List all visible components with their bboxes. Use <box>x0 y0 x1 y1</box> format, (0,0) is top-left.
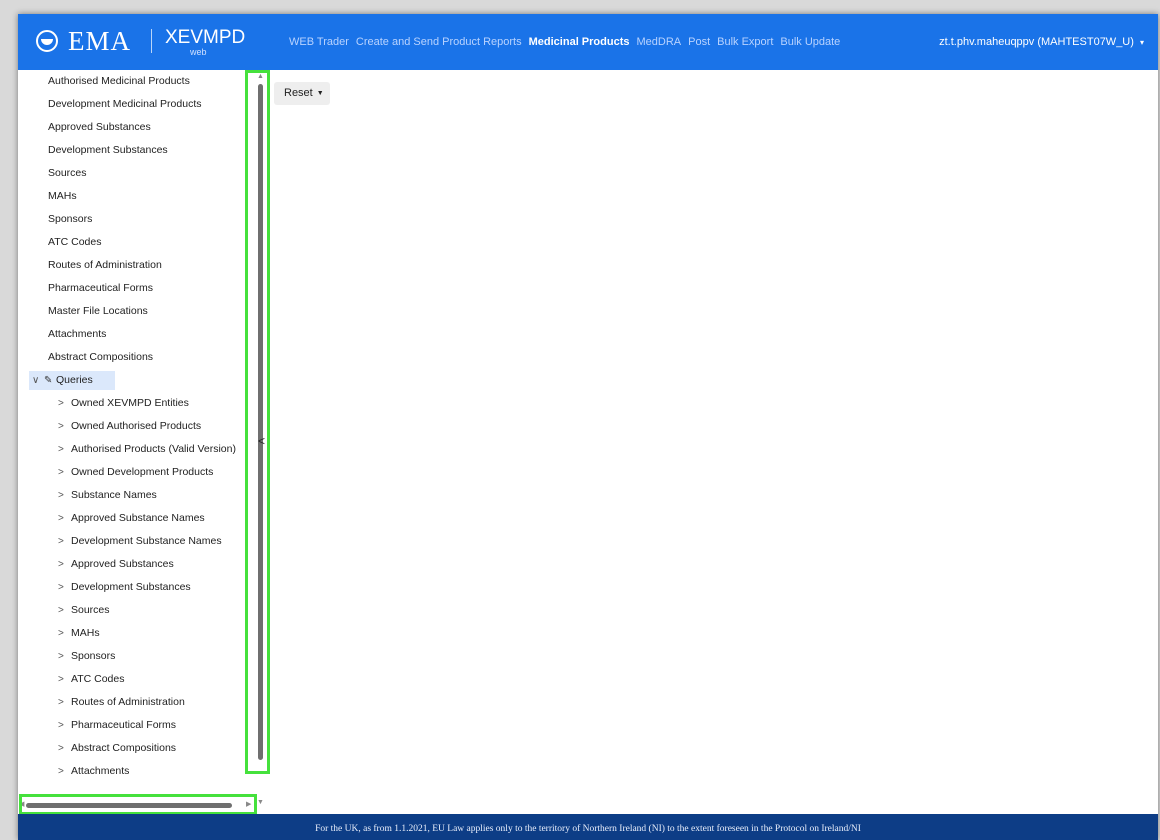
highlight-box-horizontal <box>19 794 257 815</box>
chevron-right-icon[interactable]: > <box>58 760 64 783</box>
chevron-right-icon[interactable]: > <box>58 668 64 691</box>
query-item-approved-substance-names[interactable]: > Approved Substance Names <box>18 507 255 530</box>
chevron-right-icon[interactable]: > <box>58 415 64 438</box>
tree-item-mahs[interactable]: MAHs <box>18 185 255 208</box>
reset-label: Reset <box>284 87 313 99</box>
logo-divider <box>151 29 152 53</box>
tree-item-development-medicinal-products[interactable]: Development Medicinal Products <box>18 93 255 116</box>
query-item-development-substance-names[interactable]: > Development Substance Names <box>18 530 255 553</box>
query-item-label: Sources <box>71 604 110 616</box>
app-subtitle: web <box>190 47 207 57</box>
tree-item-queries[interactable]: ∨ ✎ Queries <box>18 369 255 392</box>
query-item-substance-names[interactable]: > Substance Names <box>18 484 255 507</box>
tree-item-master-file-locations[interactable]: Master File Locations <box>18 300 255 323</box>
footer-notice: For the UK, as from 1.1.2021, EU Law app… <box>18 814 1158 840</box>
highlight-box-vertical <box>245 70 270 774</box>
reset-caret-icon: ▼ <box>316 90 324 97</box>
ema-logo-text[interactable]: EMA <box>68 26 131 57</box>
query-item-label: Development Substance Names <box>71 535 222 547</box>
nav-link-web-trader[interactable]: WEB Trader <box>289 36 349 48</box>
user-menu-caret-icon[interactable]: ▾ <box>1140 38 1144 47</box>
chevron-right-icon[interactable]: > <box>58 622 64 645</box>
query-item-authorised-products-valid-version[interactable]: > Authorised Products (Valid Version) <box>18 438 255 461</box>
query-item-label: ATC Codes <box>71 673 125 685</box>
app-name[interactable]: XEVMPD <box>165 27 245 49</box>
nav-link-bulk-update[interactable]: Bulk Update <box>780 36 840 48</box>
chevron-right-icon[interactable]: > <box>58 576 64 599</box>
chevron-right-icon[interactable]: > <box>58 737 64 760</box>
chevron-right-icon[interactable]: > <box>58 438 64 461</box>
query-item-label: Approved Substance Names <box>71 512 205 524</box>
sidebar-tree: Authorised Medicinal Products Development… <box>18 70 255 814</box>
nav-link-create-and-send-product-reports[interactable]: Create and Send Product Reports <box>356 36 522 48</box>
chevron-right-icon[interactable]: > <box>58 691 64 714</box>
query-item-routes-of-administration[interactable]: > Routes of Administration <box>18 691 255 714</box>
query-item-label: Authorised Products (Valid Version) <box>71 443 236 455</box>
chevron-right-icon[interactable]: > <box>58 599 64 622</box>
nav-link-bulk-export[interactable]: Bulk Export <box>717 36 773 48</box>
query-item-owned-development-products[interactable]: > Owned Development Products <box>18 461 255 484</box>
query-item-label: Abstract Compositions <box>71 742 177 754</box>
top-header: EMA XEVMPD web WEB Trader Create and Send… <box>18 14 1158 70</box>
query-item-mahs[interactable]: > MAHs <box>18 622 255 645</box>
chevron-right-icon[interactable]: > <box>58 714 64 737</box>
query-item-abstract-compositions[interactable]: > Abstract Compositions <box>18 737 255 760</box>
query-item-label: Owned Authorised Products <box>71 420 202 432</box>
chevron-right-icon[interactable]: > <box>58 484 64 507</box>
expand-chevron-icon[interactable]: ∨ <box>32 369 39 392</box>
nav-link-medicinal-products[interactable]: Medicinal Products <box>529 36 630 48</box>
edit-pencil-icon: ✎ <box>44 375 53 386</box>
query-item-label: Owned XEVMPD Entities <box>71 397 189 409</box>
query-item-label: Attachments <box>71 765 130 777</box>
user-name[interactable]: zt.t.phv.maheuqppv (MAHTEST07W_U) <box>939 36 1134 48</box>
tree-item-approved-substances[interactable]: Approved Substances <box>18 116 255 139</box>
app-window: EMA XEVMPD web WEB Trader Create and Send… <box>18 14 1158 840</box>
ema-logo-icon[interactable] <box>36 30 58 52</box>
tree-item-authorised-medicinal-products[interactable]: Authorised Medicinal Products <box>18 70 255 93</box>
query-item-owned-xevmpd-entities[interactable]: > Owned XEVMPD Entities <box>18 392 255 415</box>
query-item-label: Owned Development Products <box>71 466 214 478</box>
query-item-label: Substance Names <box>71 489 157 501</box>
nav-link-meddra[interactable]: MedDRA <box>636 36 681 48</box>
tree-item-attachments[interactable]: Attachments <box>18 323 255 346</box>
chevron-right-icon[interactable]: > <box>58 553 64 576</box>
tree-item-abstract-compositions[interactable]: Abstract Compositions <box>18 346 255 369</box>
chevron-right-icon[interactable]: > <box>58 645 64 668</box>
chevron-right-icon[interactable]: > <box>58 461 64 484</box>
chevron-right-icon[interactable]: > <box>58 530 64 553</box>
chevron-right-icon[interactable]: > <box>58 507 64 530</box>
tree-item-development-substances[interactable]: Development Substances <box>18 139 255 162</box>
query-item-approved-substances[interactable]: > Approved Substances <box>18 553 255 576</box>
query-item-development-substances[interactable]: > Development Substances <box>18 576 255 599</box>
tree-item-pharmaceutical-forms[interactable]: Pharmaceutical Forms <box>18 277 255 300</box>
chevron-right-icon[interactable]: > <box>58 392 64 415</box>
query-item-label: Routes of Administration <box>71 696 185 708</box>
user-menu[interactable]: zt.t.phv.maheuqppv (MAHTEST07W_U) ▾ <box>939 36 1144 48</box>
nav-link-post[interactable]: Post <box>688 36 710 48</box>
query-item-pharmaceutical-forms[interactable]: > Pharmaceutical Forms <box>18 714 255 737</box>
query-item-sponsors[interactable]: > Sponsors <box>18 645 255 668</box>
query-item-label: Development Substances <box>71 581 191 593</box>
tree-item-sources[interactable]: Sources <box>18 162 255 185</box>
query-item-label: MAHs <box>71 627 100 639</box>
main-nav: WEB Trader Create and Send Product Report… <box>289 36 840 48</box>
tree-list: Authorised Medicinal Products Development… <box>18 70 255 783</box>
tree-item-routes-of-administration[interactable]: Routes of Administration <box>18 254 255 277</box>
query-item-atc-codes[interactable]: > ATC Codes <box>18 668 255 691</box>
scroll-down-icon[interactable]: ▼ <box>257 799 264 806</box>
tree-item-atc-codes[interactable]: ATC Codes <box>18 231 255 254</box>
reset-button[interactable]: Reset ▼ <box>274 82 330 105</box>
tree-item-label: Queries <box>56 374 93 386</box>
query-item-label: Sponsors <box>71 650 116 662</box>
query-item-owned-authorised-products[interactable]: > Owned Authorised Products <box>18 415 255 438</box>
query-item-label: Pharmaceutical Forms <box>71 719 177 731</box>
query-item-attachments[interactable]: > Attachments <box>18 760 255 783</box>
query-item-sources[interactable]: > Sources <box>18 599 255 622</box>
query-item-label: Approved Substances <box>71 558 174 570</box>
tree-item-sponsors[interactable]: Sponsors <box>18 208 255 231</box>
